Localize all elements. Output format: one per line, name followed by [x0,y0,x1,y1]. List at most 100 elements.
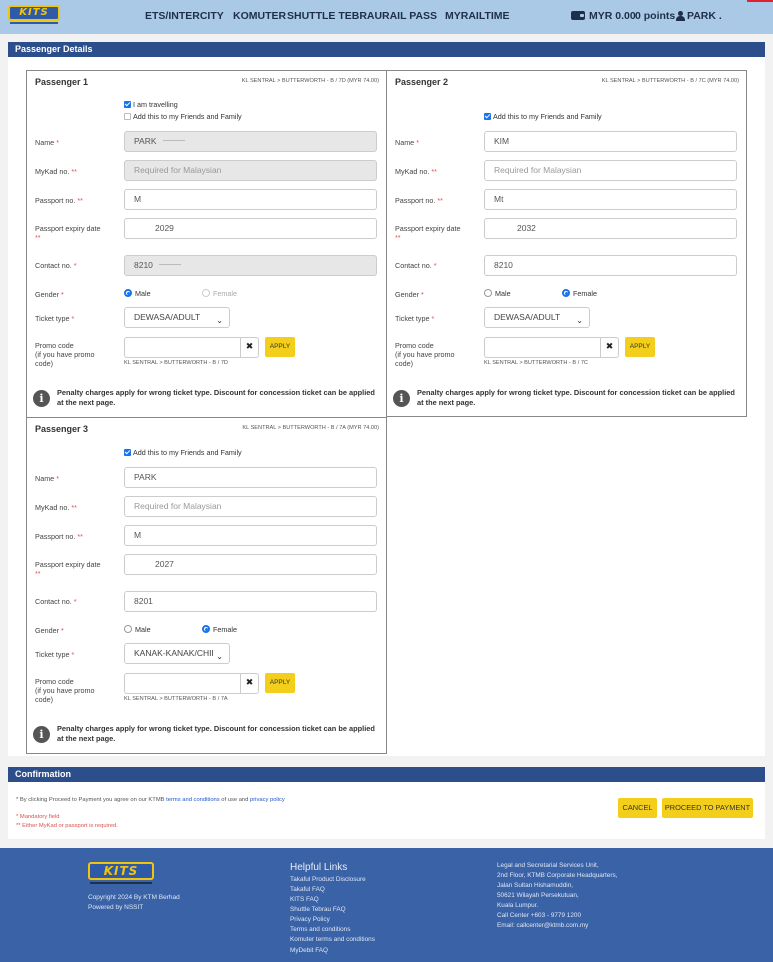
nav-myrailtime[interactable]: MYRAILTIME [445,10,510,22]
clear-promo-icon[interactable]: ✖ [241,337,259,358]
passport-expiry-field[interactable]: 2029 [124,218,377,239]
promo-route: KL SENTRAL > BUTTERWORTH - B / 7A [124,696,228,702]
contact-label: Contact no. * [35,597,77,606]
name-field[interactable]: PARK [124,467,377,488]
passport-expiry-field[interactable]: 2027 [124,554,377,575]
nav-shuttle-tebrau[interactable]: SHUTTLE TEBRAU [287,10,382,22]
copyright-text: Copyright 2024 By KTM Berhad [88,894,180,901]
contact-field[interactable]: 8201 [124,591,377,612]
address-line: Kuala Lumpur. [497,902,539,909]
cancel-button[interactable]: CANCEL [618,798,657,818]
contact-label: Contact no. * [35,261,77,270]
add-friends-checkbox[interactable]: Add this to my Friends and Family [484,112,602,121]
gender-label: Gender * [35,626,64,635]
footer-link[interactable]: Shuttle Tebrau FAQ [290,906,346,913]
info-icon: i [393,390,410,407]
proceed-to-payment-button[interactable]: PROCEED TO PAYMENT [662,798,753,818]
name-label: Name * [395,138,419,147]
confirmation-header: Confirmation [8,767,765,782]
passport-expiry-label: Passport expiry date ** [395,224,461,242]
add-friends-checkbox[interactable]: Add this to my Friends and Family [124,448,242,457]
radio-selected-icon [202,625,210,633]
points-balance[interactable]: 0 points [635,10,675,22]
passenger-title: Passenger 3 [35,424,89,434]
footer-link[interactable]: MyDebit FAQ [290,947,328,954]
passport-expiry-label: Passport expiry date ** [35,560,101,578]
footer-link[interactable]: Terms and conditions [290,926,350,933]
ticket-type-select[interactable]: DEWASA/ADULT ⌄ [124,307,230,328]
footer-link[interactable]: Komuter terms and conditions [290,936,375,943]
wallet-icon [571,11,585,20]
gender-label: Gender * [35,290,64,299]
penalty-notice: Penalty charges apply for wrong ticket t… [417,388,735,407]
passenger-route: KL SENTRAL > BUTTERWORTH - B / 7A (MYR 7… [242,425,379,431]
apply-promo-button[interactable]: APPLY [625,337,655,357]
radio-unselected-icon [202,289,210,297]
ticket-type-label: Ticket type * [35,314,75,323]
mykad-label: MyKad no. ** [35,503,77,512]
gender-male-radio[interactable]: Male [484,289,511,298]
mykad-label: MyKad no. ** [35,167,77,176]
i-am-travelling-checkbox[interactable]: I am travelling [124,100,178,109]
clear-promo-icon[interactable]: ✖ [241,673,259,694]
apply-promo-button[interactable]: APPLY [265,673,295,693]
radio-unselected-icon [124,625,132,633]
footer-link[interactable]: Privacy Policy [290,916,330,923]
apply-promo-button[interactable]: APPLY [265,337,295,357]
powered-by-text: Powered by NSSIT [88,904,144,911]
passenger-2-panel: Passenger 2 KL SENTRAL > BUTTERWORTH - B… [386,70,747,417]
promo-code-input[interactable] [124,673,241,694]
radio-selected-icon [124,289,132,297]
promo-route: KL SENTRAL > BUTTERWORTH - B / 7D [124,360,228,366]
logo-text: KITS [8,5,60,21]
mykad-field[interactable]: Required for Malaysian [124,496,377,517]
promo-code-label: Promo code (if you have promo code) [395,341,455,368]
kits-logo[interactable]: KITS [8,5,60,25]
passport-field[interactable]: M [124,525,377,546]
clear-promo-icon[interactable]: ✖ [601,337,619,358]
terms-link[interactable]: terms and conditions [166,797,220,803]
gender-female-radio[interactable]: Female [562,289,597,298]
user-icon [676,11,685,21]
nav-komuter[interactable]: KOMUTER [233,10,286,22]
email-text[interactable]: Email: callcenter@ktmb.com.my [497,922,588,929]
passport-field[interactable]: Mt [484,189,737,210]
top-navbar: KITS ETS/INTERCITY KOMUTER SHUTTLE TEBRA… [0,0,773,34]
promo-code-label: Promo code (if you have promo code) [35,677,95,704]
contact-field[interactable]: 8210 [124,255,377,276]
passport-field[interactable]: M [124,189,377,210]
passport-expiry-field[interactable]: 2032 [484,218,737,239]
mykad-field[interactable]: Required for Malaysian [484,160,737,181]
footer-link[interactable]: Takaful FAQ [290,886,325,893]
name-field[interactable]: KIM [484,131,737,152]
info-icon: i [33,390,50,407]
user-menu[interactable]: PARK . [687,10,722,22]
gender-female-radio[interactable]: Female [202,625,237,634]
either-note: ** Either MyKad or passport is required. [16,823,118,829]
gender-male-radio[interactable]: Male [124,625,151,634]
footer-link[interactable]: Takaful Product Disclosure [290,876,366,883]
mykad-field[interactable]: Required for Malaysian [124,160,377,181]
passenger-title: Passenger 1 [35,77,89,87]
radio-selected-icon [562,289,570,297]
ticket-type-select[interactable]: KANAK-KANAK/CHILD ⌄ [124,643,230,664]
passenger-title: Passenger 2 [395,77,449,87]
footer-link[interactable]: KITS FAQ [290,896,319,903]
nav-rail-pass[interactable]: RAIL PASS [382,10,437,22]
privacy-policy-link[interactable]: privacy policy [250,797,285,803]
nav-ets-intercity[interactable]: ETS/INTERCITY [145,10,224,22]
name-field[interactable]: PARK [124,131,377,152]
ticket-type-select[interactable]: DEWASA/ADULT ⌄ [484,307,590,328]
promo-code-input[interactable] [484,337,601,358]
promo-route: KL SENTRAL > BUTTERWORTH - B / 7C [484,360,588,366]
gender-male-radio[interactable]: Male [124,289,151,298]
chevron-down-icon: ⌄ [213,647,223,663]
address-line: Jalan Sultan Hishamuddin, [497,882,574,889]
wallet-balance[interactable]: MYR 0.00 [589,10,636,22]
radio-unselected-icon [484,289,492,297]
penalty-notice: Penalty charges apply for wrong ticket t… [57,724,375,743]
promo-code-input[interactable] [124,337,241,358]
add-friends-checkbox[interactable]: Add this to my Friends and Family [124,112,242,121]
gender-female-radio[interactable]: Female [202,289,237,298]
contact-field[interactable]: 8210 [484,255,737,276]
